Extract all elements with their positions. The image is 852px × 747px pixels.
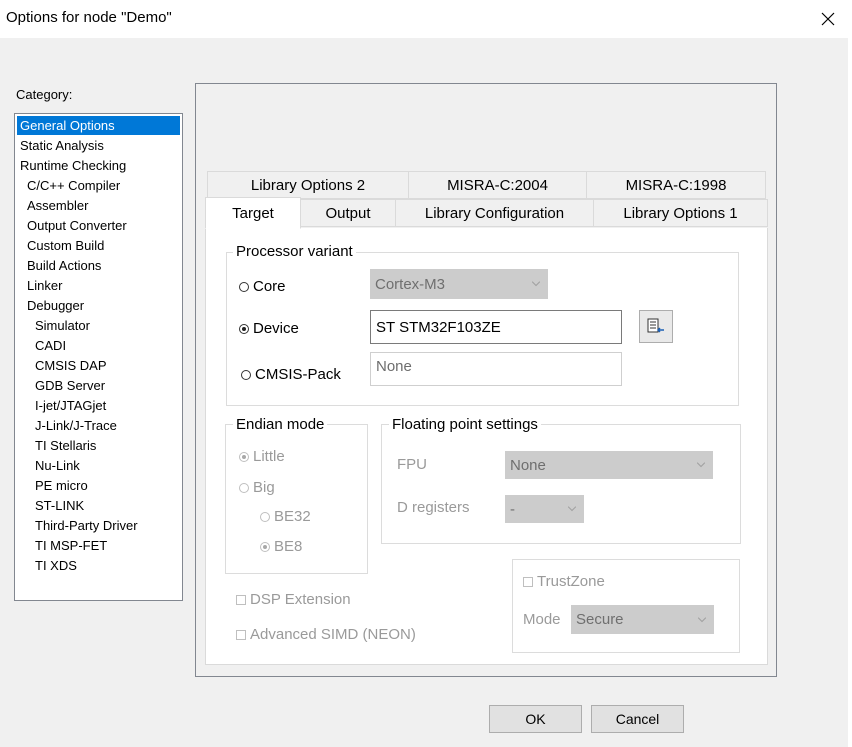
- endian-mode-title: Endian mode: [233, 416, 328, 433]
- window-edge: [848, 38, 852, 747]
- category-item-ti-stellaris[interactable]: TI Stellaris: [17, 436, 180, 455]
- cmsis-pack-radio[interactable]: CMSIS-Pack: [241, 366, 341, 383]
- trustzone-mode-value: Secure: [576, 611, 624, 628]
- tab-misra-c-2004[interactable]: MISRA-C:2004: [408, 171, 587, 199]
- core-select-value: Cortex-M3: [375, 275, 446, 293]
- d-registers-select-value: -: [510, 500, 515, 518]
- category-item-custom-build[interactable]: Custom Build: [17, 236, 180, 255]
- category-item-general-options[interactable]: General Options: [17, 116, 180, 135]
- dsp-extension-checkbox[interactable]: DSP Extension: [236, 591, 351, 608]
- category-item-output-converter[interactable]: Output Converter: [17, 216, 180, 235]
- big-endian-radio-button[interactable]: [239, 482, 249, 493]
- tab-library-configuration[interactable]: Library Configuration: [395, 199, 594, 227]
- tab-misra-c-1998[interactable]: MISRA-C:1998: [586, 171, 766, 199]
- dsp-extension-check[interactable]: [236, 594, 246, 605]
- category-item-static-analysis[interactable]: Static Analysis: [17, 136, 180, 155]
- big-endian-label: Big: [253, 479, 275, 496]
- category-item-simulator[interactable]: Simulator: [17, 316, 180, 335]
- core-radio-button[interactable]: [239, 281, 249, 292]
- dsp-extension-label: DSP Extension: [250, 591, 351, 608]
- core-select[interactable]: Cortex-M3: [370, 269, 548, 299]
- device-field[interactable]: ST STM32F103ZE: [370, 310, 622, 344]
- trustzone-mode-label: Mode: [523, 611, 561, 628]
- little-endian-label: Little: [253, 448, 285, 465]
- trustzone-mode-select[interactable]: Secure: [571, 605, 714, 634]
- tab-target[interactable]: Target: [205, 197, 301, 229]
- device-radio-button[interactable]: [239, 323, 249, 334]
- device-list-icon: [647, 318, 664, 332]
- advanced-simd-label: Advanced SIMD (NEON): [250, 626, 416, 643]
- category-item-ti-xds[interactable]: TI XDS: [17, 556, 180, 575]
- chevron-down-icon: [568, 506, 576, 512]
- category-item-assembler[interactable]: Assembler: [17, 196, 180, 215]
- trustzone-check[interactable]: [523, 576, 533, 587]
- device-radio[interactable]: Device: [239, 320, 299, 337]
- category-item-nu-link[interactable]: Nu-Link: [17, 456, 180, 475]
- category-item-pe-micro[interactable]: PE micro: [17, 476, 180, 495]
- category-item-ijet-jtagjet[interactable]: I-jet/JTAGjet: [17, 396, 180, 415]
- category-item-ti-msp-fet[interactable]: TI MSP-FET: [17, 536, 180, 555]
- be32-label: BE32: [274, 508, 311, 525]
- be8-radio[interactable]: BE8: [260, 538, 302, 555]
- tab-library-options-2[interactable]: Library Options 2: [207, 171, 409, 199]
- window-title: Options for node "Demo": [6, 9, 172, 26]
- category-item-third-party-driver[interactable]: Third-Party Driver: [17, 516, 180, 535]
- little-endian-radio-button[interactable]: [239, 451, 249, 462]
- cmsis-pack-label: CMSIS-Pack: [255, 366, 341, 383]
- chevron-down-icon: [698, 617, 706, 622]
- category-item-runtime-checking[interactable]: Runtime Checking: [17, 156, 180, 175]
- cancel-button[interactable]: Cancel: [591, 705, 684, 733]
- ok-button[interactable]: OK: [489, 705, 582, 733]
- little-endian-radio[interactable]: Little: [239, 448, 285, 465]
- core-radio[interactable]: Core: [239, 278, 286, 295]
- category-label: Category:: [16, 87, 73, 102]
- be32-radio-button[interactable]: [260, 511, 270, 522]
- chevron-down-icon: [697, 462, 705, 468]
- tab-library-options-1[interactable]: Library Options 1: [593, 199, 768, 227]
- d-registers-select[interactable]: -: [505, 495, 584, 523]
- close-icon: [821, 12, 835, 26]
- be8-radio-button[interactable]: [260, 541, 270, 552]
- category-item-gdb-server[interactable]: GDB Server: [17, 376, 180, 395]
- d-registers-label: D registers: [397, 499, 470, 516]
- category-item-linker[interactable]: Linker: [17, 276, 180, 295]
- category-item-cadi[interactable]: CADI: [17, 336, 180, 355]
- fpu-select-value: None: [510, 456, 546, 474]
- core-label: Core: [253, 278, 286, 295]
- category-item-build-actions[interactable]: Build Actions: [17, 256, 180, 275]
- device-field-value: ST STM32F103ZE: [376, 318, 501, 336]
- be8-label: BE8: [274, 538, 303, 555]
- chevron-down-icon: [532, 281, 540, 287]
- close-button[interactable]: [812, 5, 844, 33]
- cmsis-pack-radio-button[interactable]: [241, 369, 251, 380]
- select-device-button[interactable]: [639, 310, 673, 343]
- advanced-simd-checkbox[interactable]: Advanced SIMD (NEON): [236, 626, 416, 643]
- fpu-label: FPU: [397, 456, 427, 473]
- floating-point-title: Floating point settings: [389, 416, 541, 433]
- category-item-jlink-jtrace[interactable]: J-Link/J-Trace: [17, 416, 180, 435]
- big-endian-radio[interactable]: Big: [239, 479, 275, 496]
- trustzone-label: TrustZone: [537, 573, 605, 590]
- advanced-simd-check[interactable]: [236, 629, 246, 640]
- category-item-cmsis-dap[interactable]: CMSIS DAP: [17, 356, 180, 375]
- trustzone-checkbox[interactable]: TrustZone: [523, 573, 605, 590]
- processor-variant-title: Processor variant: [233, 243, 356, 260]
- category-item-c-cpp-compiler[interactable]: C/C++ Compiler: [17, 176, 180, 195]
- fpu-select[interactable]: None: [505, 451, 713, 479]
- device-label: Device: [253, 320, 299, 337]
- category-item-debugger[interactable]: Debugger: [17, 296, 180, 315]
- category-item-st-link[interactable]: ST-LINK: [17, 496, 180, 515]
- cmsis-pack-field: None: [370, 352, 622, 386]
- title-bar: Options for node "Demo": [0, 0, 852, 38]
- cmsis-pack-field-value: None: [376, 358, 412, 375]
- category-list[interactable]: General Options Static Analysis Runtime …: [14, 113, 183, 601]
- be32-radio[interactable]: BE32: [260, 508, 311, 525]
- tab-output[interactable]: Output: [300, 199, 396, 227]
- floating-point-group: [381, 424, 741, 544]
